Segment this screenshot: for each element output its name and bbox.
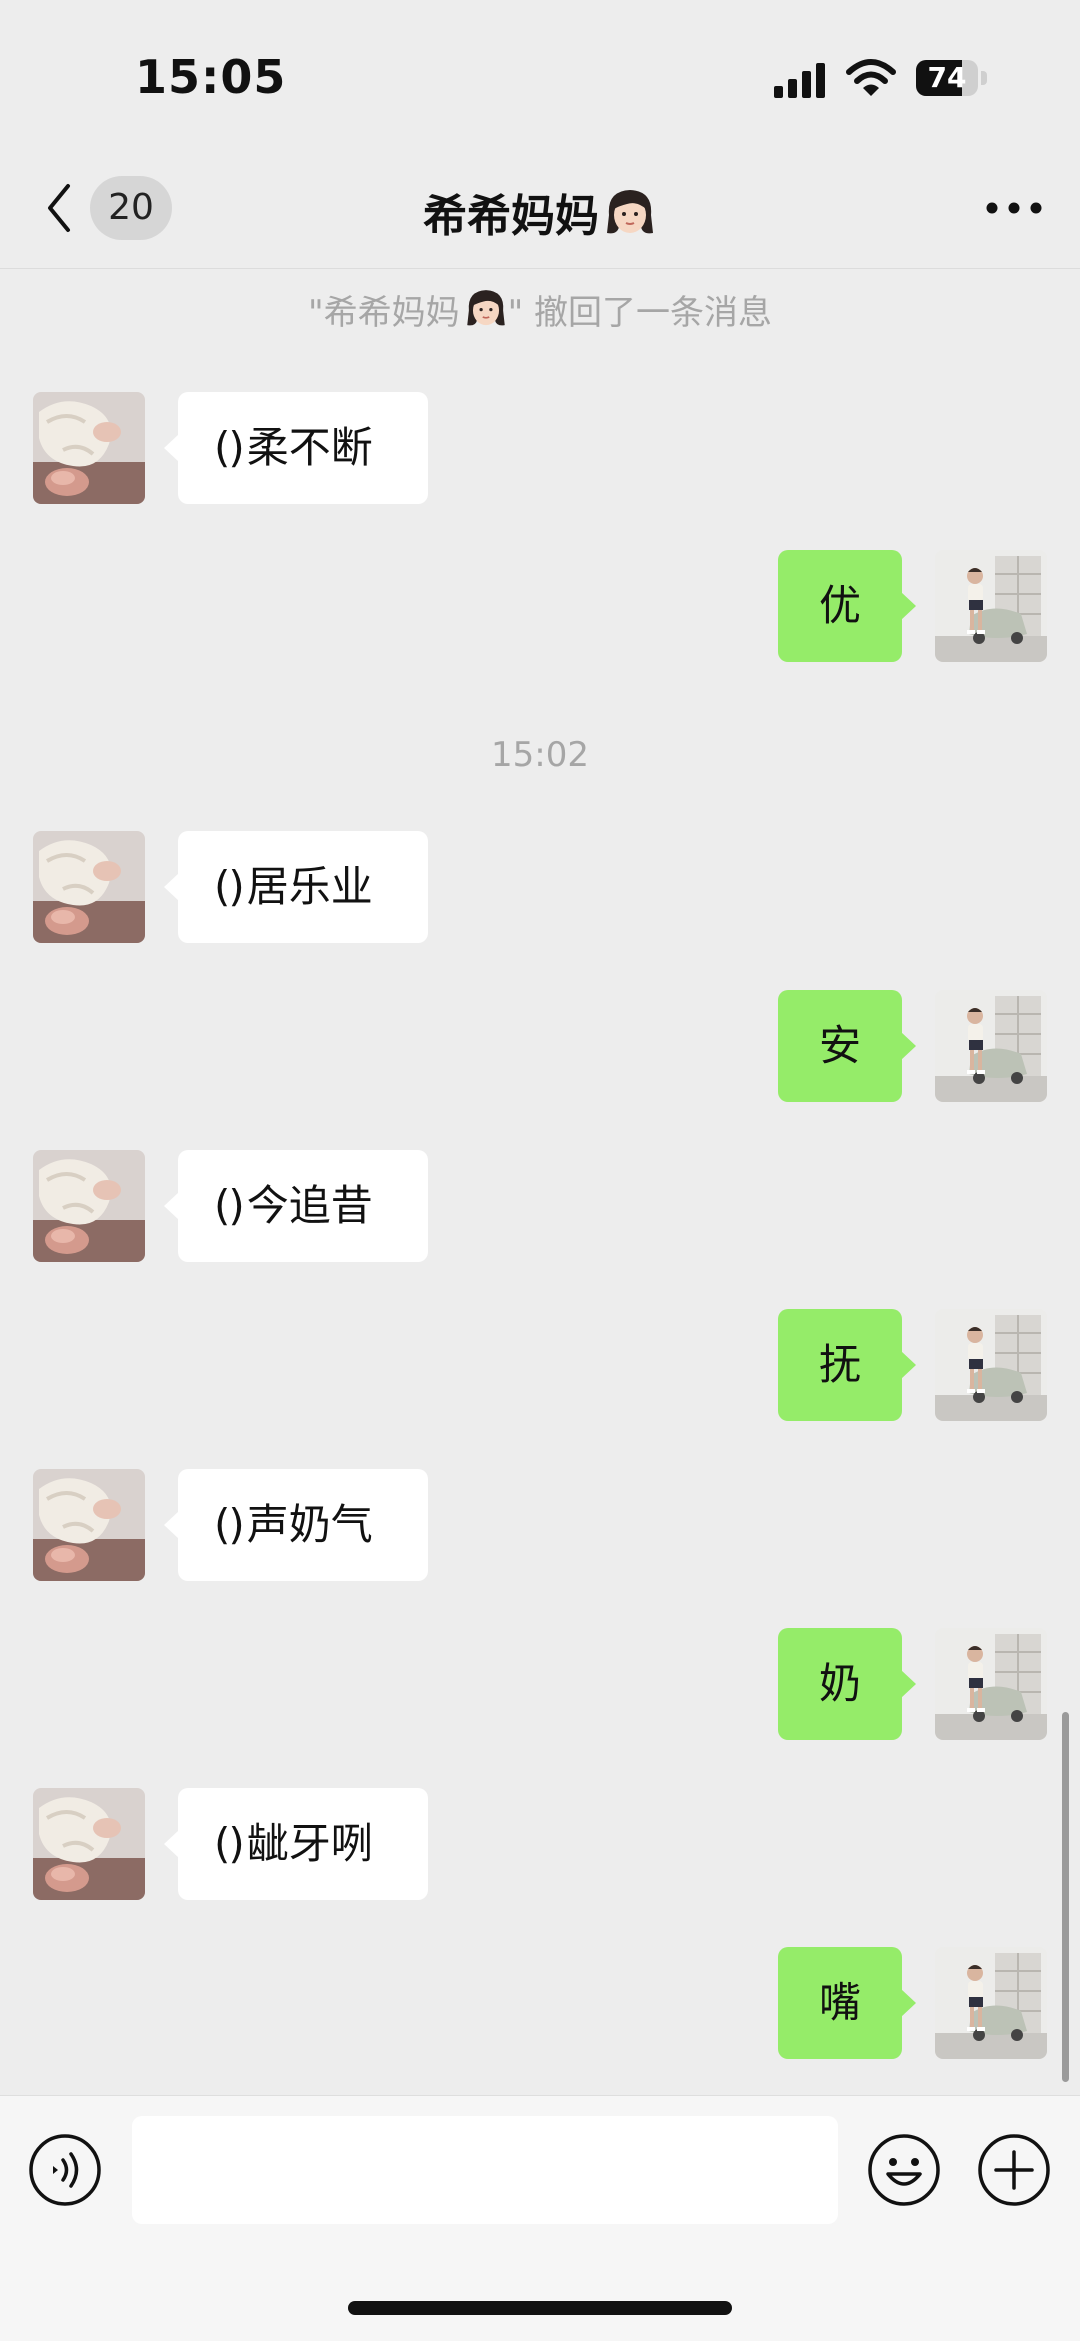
- more-dots-icon: [986, 202, 1042, 214]
- message-text: 柔不断: [246, 423, 373, 472]
- battery-percent: 74: [927, 61, 967, 94]
- message-row: ()柔不断: [0, 392, 1080, 504]
- my-avatar[interactable]: [935, 550, 1047, 662]
- wifi-icon: [846, 59, 896, 96]
- emoji-button[interactable]: [866, 2132, 942, 2208]
- received-message-bubble[interactable]: ()龇牙咧: [164, 1788, 428, 1900]
- message-row: ()居乐业: [0, 831, 1080, 943]
- battery-cap: [981, 71, 987, 85]
- message-row: 奶: [0, 1628, 1080, 1740]
- received-message-bubble[interactable]: ()柔不断: [164, 392, 428, 504]
- recall-notice-suffix: " 撤回了一条消息: [507, 293, 773, 333]
- message-text: 奶: [818, 1659, 861, 1708]
- contact-avatar[interactable]: [33, 392, 145, 504]
- message-text: 声奶气: [246, 1500, 373, 1549]
- contact-avatar[interactable]: [33, 1469, 145, 1581]
- cellular-signal-icon: [774, 63, 825, 98]
- home-indicator[interactable]: [348, 2301, 732, 2315]
- more-options-button[interactable]: [984, 186, 1044, 230]
- message-timestamp: 15:02: [491, 735, 589, 775]
- message-text: 嘴: [818, 1978, 861, 2027]
- status-bar: 15:05 74: [0, 0, 1080, 150]
- message-text: 优: [818, 581, 861, 630]
- chat-title: 希希妈妈: [0, 180, 1080, 244]
- chat-screen: 15:05 74 20 希希妈妈 "希希妈妈 " 撤回了一条消息 ()柔不断 优…: [0, 0, 1080, 2341]
- my-avatar[interactable]: [935, 1309, 1047, 1421]
- message-row: ()声奶气: [0, 1469, 1080, 1581]
- voice-icon: [29, 2134, 101, 2206]
- sent-message-bubble[interactable]: 优: [778, 550, 916, 662]
- emoji-icon: [868, 2134, 940, 2206]
- sent-message-bubble[interactable]: 奶: [778, 1628, 916, 1740]
- sent-message-bubble[interactable]: 嘴: [778, 1947, 916, 2059]
- chat-scrollbar[interactable]: [1062, 1712, 1069, 2082]
- message-row: 优: [0, 550, 1080, 662]
- plus-icon: [978, 2134, 1050, 2206]
- message-text: 抚: [818, 1340, 861, 1389]
- chat-title-text: 希希妈妈: [423, 191, 599, 242]
- message-blank-parens: (): [214, 1819, 245, 1868]
- received-message-bubble[interactable]: ()居乐业: [164, 831, 428, 943]
- message-blank-parens: (): [214, 1500, 245, 1549]
- contact-avatar[interactable]: [33, 1788, 145, 1900]
- sent-message-bubble[interactable]: 安: [778, 990, 916, 1102]
- contact-avatar[interactable]: [33, 1150, 145, 1262]
- woman-face-emoji-icon: [603, 185, 657, 239]
- message-row: 抚: [0, 1309, 1080, 1421]
- received-message-bubble[interactable]: ()声奶气: [164, 1469, 428, 1581]
- message-row: ()龇牙咧: [0, 1788, 1080, 1900]
- message-text: 今追昔: [246, 1181, 373, 1230]
- voice-input-button[interactable]: [27, 2132, 103, 2208]
- message-blank-parens: (): [214, 1181, 245, 1230]
- message-row: 安: [0, 990, 1080, 1102]
- my-avatar[interactable]: [935, 990, 1047, 1102]
- message-row: 嘴: [0, 1947, 1080, 2059]
- contact-avatar[interactable]: [33, 831, 145, 943]
- status-time: 15:05: [135, 50, 287, 104]
- my-avatar[interactable]: [935, 1628, 1047, 1740]
- my-avatar[interactable]: [935, 1947, 1047, 2059]
- message-blank-parens: (): [214, 423, 245, 472]
- battery-icon: 74: [916, 60, 978, 96]
- recall-notice-prefix: "希希妈妈: [307, 293, 460, 333]
- sent-message-bubble[interactable]: 抚: [778, 1309, 916, 1421]
- woman-face-emoji-icon: [464, 286, 508, 330]
- recall-notice: "希希妈妈 " 撤回了一条消息: [0, 285, 1080, 334]
- input-bar: [0, 2095, 1080, 2341]
- message-text: 龇牙咧: [246, 1819, 373, 1868]
- message-blank-parens: (): [214, 862, 245, 911]
- message-text: 居乐业: [246, 862, 373, 911]
- message-text: 安: [818, 1021, 861, 1070]
- message-row: ()今追昔: [0, 1150, 1080, 1262]
- received-message-bubble[interactable]: ()今追昔: [164, 1150, 428, 1262]
- more-actions-button[interactable]: [976, 2132, 1052, 2208]
- message-input[interactable]: [132, 2116, 838, 2224]
- chat-header: 20 希希妈妈: [0, 150, 1080, 269]
